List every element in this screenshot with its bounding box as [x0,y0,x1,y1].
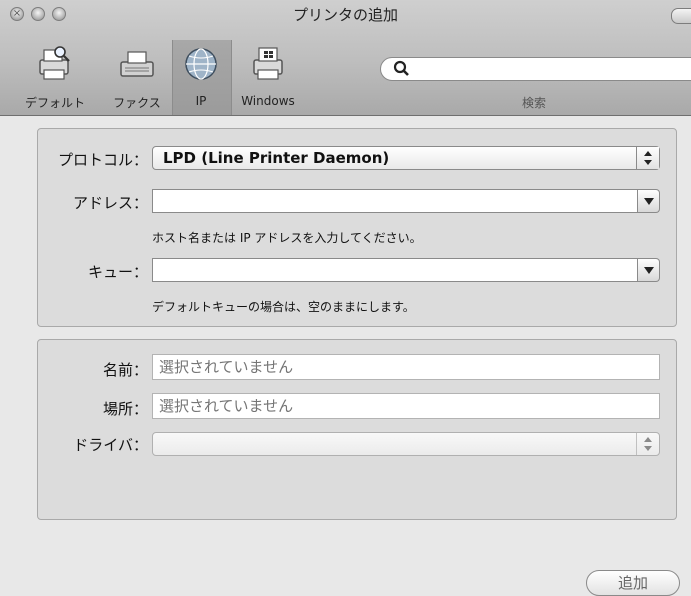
popup-stepper [636,147,659,169]
window-title: プリンタの追加 [292,6,398,24]
protocol-label: プロトコル： [57,151,148,169]
queue-combo [152,258,660,282]
address-input[interactable] [152,189,638,213]
tab-fax-label: ファクス [113,96,161,110]
fax-icon [120,51,154,77]
name-field[interactable] [152,354,660,380]
tab-ip[interactable]: IP [176,44,226,112]
tab-fax[interactable]: ファクス [104,44,170,112]
address-combo [152,189,660,213]
add-button[interactable]: 追加 [586,570,680,596]
address-hint: ホスト名または IP アドレスを入力してください。 [152,231,422,245]
queue-input[interactable] [152,258,638,282]
globe-icon [185,48,217,80]
tab-windows[interactable]: Windows [236,44,300,112]
name-label: 名前： [102,361,148,379]
popup-stepper [636,433,659,455]
driver-label: ドライバ： [73,436,148,454]
up-down-arrows-icon [644,437,652,451]
queue-hint: デフォルトキューの場合は、空のままにします。 [152,300,415,314]
driver-popup[interactable] [152,432,660,456]
add-printer-window: × プリンタの追加 デフォルト ファクス IP Windows 検索 プロトコル… [0,0,691,596]
protocol-value: LPD (Line Printer Daemon) [163,149,390,167]
printer-magnifier-icon [39,46,70,80]
address-dropdown-button[interactable] [638,189,660,213]
tab-windows-label: Windows [241,94,295,108]
tab-default[interactable]: デフォルト [22,44,88,112]
address-label: アドレス： [72,194,148,212]
tab-default-label: デフォルト [24,96,85,110]
queue-label: キュー： [87,263,148,281]
queue-dropdown-button[interactable] [638,258,660,282]
tab-ip-label: IP [195,94,207,108]
search-input[interactable] [417,60,691,80]
chevron-down-icon [644,198,654,205]
search-icon [393,60,409,76]
location-field[interactable] [152,393,660,419]
up-down-arrows-icon [644,151,652,165]
search-field[interactable] [380,57,691,81]
search-caption: 検索 [522,96,547,110]
toolbar-toggle-button[interactable] [671,8,691,24]
protocol-popup[interactable]: LPD (Line Printer Daemon) [152,146,660,170]
toolbar: × プリンタの追加 デフォルト ファクス IP Windows 検索 [0,0,691,116]
chevron-down-icon [644,267,654,274]
location-label: 場所： [102,400,148,418]
windows-printer-icon [253,47,283,80]
